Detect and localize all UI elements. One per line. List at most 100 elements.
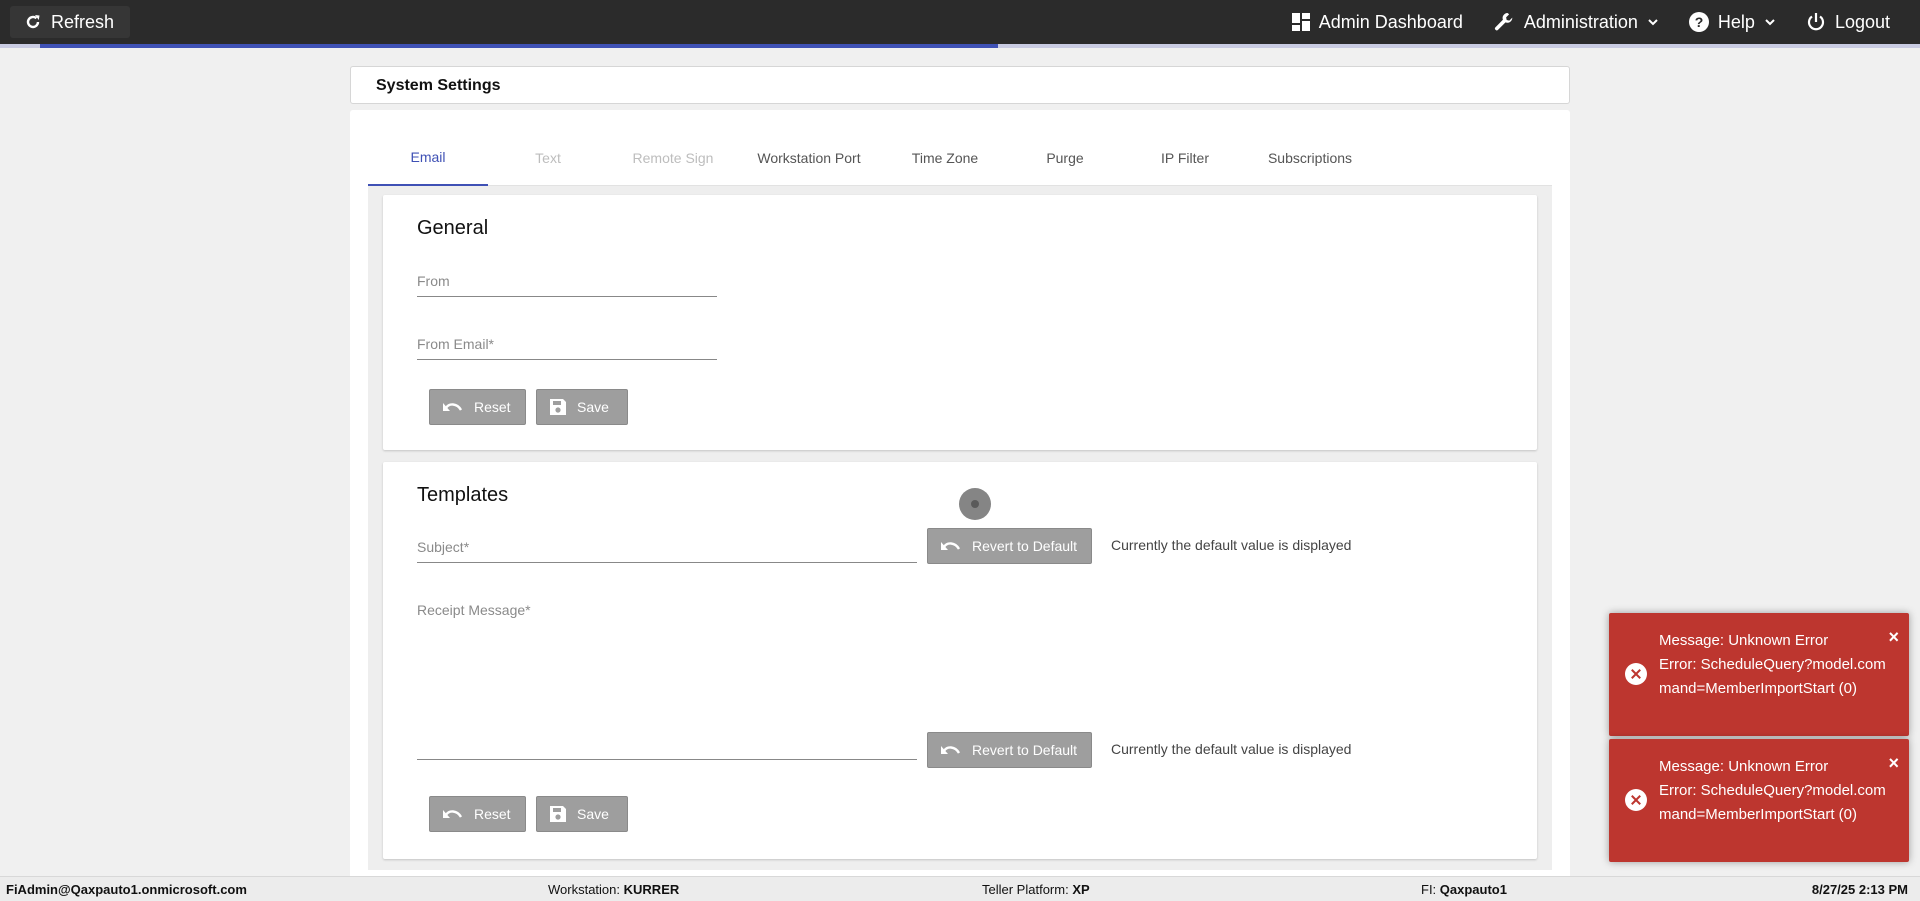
tab-subscriptions-label: Subscriptions	[1267, 150, 1353, 166]
administration-label: Administration	[1523, 11, 1638, 32]
toast-line-2: Error: ScheduleQuery?model.command=Membe…	[1659, 656, 1886, 697]
error-toast[interactable]: × Message: Unknown Error Error: Schedule…	[1609, 613, 1909, 736]
help-icon: ?	[1688, 12, 1709, 32]
from-label: From	[417, 273, 450, 289]
tab-time-zone[interactable]: Time Zone	[880, 130, 1010, 186]
receipt-default-note: Currently the default value is displayed	[1111, 741, 1352, 757]
admin-dashboard-link[interactable]: Admin Dashboard	[1291, 11, 1463, 33]
status-platform-label: Teller Platform:	[982, 882, 1069, 897]
subject-label: Subject*	[417, 539, 470, 555]
toast-message: Message: Unknown Error Error: ScheduleQu…	[1659, 755, 1891, 827]
status-datetime: 8/27/25 2:13 PM	[1812, 882, 1908, 897]
top-nav: Admin Dashboard Administration ? Help Lo…	[1291, 0, 1890, 44]
refresh-label: Refresh	[51, 11, 115, 32]
help-menu[interactable]: ? Help	[1688, 11, 1776, 33]
subject-revert-label: Revert to Default	[972, 538, 1078, 554]
tab-workstation-port-label: Workstation Port	[757, 150, 861, 166]
svg-text:?: ?	[1695, 14, 1704, 30]
status-platform: Teller Platform: XP	[982, 882, 1090, 897]
error-icon	[1625, 789, 1647, 811]
undo-icon	[443, 403, 463, 411]
tab-time-zone-label: Time Zone	[911, 150, 979, 166]
receipt-revert-label: Revert to Default	[972, 742, 1078, 758]
floppy-icon	[550, 399, 566, 415]
undo-icon	[443, 810, 463, 818]
top-bar: Refresh Admin Dashboard Administration ?…	[0, 0, 1920, 44]
chevron-down-icon	[1765, 19, 1775, 26]
status-fi: FI: Qaxpauto1	[1421, 882, 1507, 897]
status-fi-label: FI:	[1421, 882, 1437, 897]
power-icon	[1807, 13, 1825, 31]
tab-subscriptions[interactable]: Subscriptions	[1250, 130, 1370, 186]
tab-ip-filter[interactable]: IP Filter	[1120, 130, 1250, 186]
administration-menu[interactable]: Administration	[1493, 11, 1659, 33]
subject-revert-button[interactable]: Revert to Default	[927, 528, 1092, 564]
status-user: FiAdmin@Qaxpauto1.onmicrosoft.com	[6, 882, 247, 897]
tab-purge[interactable]: Purge	[1010, 130, 1120, 186]
receipt-message-label: Receipt Message*	[417, 602, 531, 618]
page-header: System Settings	[350, 66, 1570, 104]
tab-text-label: Text	[535, 150, 561, 166]
general-card: General From From Email* Reset Save	[383, 195, 1537, 450]
general-title: General	[417, 217, 489, 239]
status-fi-value: Qaxpauto1	[1439, 882, 1507, 897]
dashboard-icon	[1291, 13, 1310, 31]
undo-icon	[941, 746, 961, 754]
loading-spinner	[959, 488, 991, 520]
error-icon	[1625, 663, 1647, 685]
settings-panel: Email Text Remote Sign Workstation Port …	[350, 110, 1570, 880]
wrench-icon	[1494, 13, 1513, 31]
templates-save-button[interactable]: Save	[536, 796, 628, 832]
logout-label: Logout	[1834, 11, 1890, 32]
toast-line-1: Message: Unknown Error	[1659, 632, 1829, 649]
tab-content: General From From Email* Reset Save Temp…	[368, 186, 1552, 870]
receipt-revert-button[interactable]: Revert to Default	[927, 732, 1092, 768]
status-bar: FiAdmin@Qaxpauto1.onmicrosoft.com Workst…	[0, 876, 1920, 901]
general-save-label: Save	[577, 399, 609, 415]
tab-purge-label: Purge	[1046, 150, 1084, 166]
templates-card: Templates Subject* Revert to Default Cur…	[383, 462, 1537, 859]
page-title: System Settings	[376, 77, 501, 94]
tab-workstation-port[interactable]: Workstation Port	[738, 130, 880, 186]
tab-ip-filter-label: IP Filter	[1161, 150, 1209, 166]
general-save-button[interactable]: Save	[536, 389, 628, 425]
refresh-button[interactable]: Refresh	[10, 6, 131, 38]
general-reset-button[interactable]: Reset	[429, 389, 526, 425]
from-email-field[interactable]: From Email*	[417, 334, 717, 360]
loading-progress-fill	[40, 44, 998, 48]
templates-title: Templates	[417, 484, 509, 506]
refresh-icon	[26, 15, 40, 29]
tab-remote-sign: Remote Sign	[608, 130, 738, 186]
general-reset-label: Reset	[474, 399, 511, 415]
tab-email[interactable]: Email	[368, 130, 488, 186]
help-label: Help	[1717, 11, 1755, 32]
from-email-label: From Email*	[417, 336, 495, 352]
subject-default-note: Currently the default value is displayed	[1111, 537, 1352, 553]
toast-message: Message: Unknown Error Error: ScheduleQu…	[1659, 629, 1891, 701]
loading-progress-bar	[0, 44, 1920, 48]
error-toast[interactable]: × Message: Unknown Error Error: Schedule…	[1609, 739, 1909, 862]
receipt-message-field[interactable]: Receipt Message*	[417, 600, 917, 760]
tab-bar: Email Text Remote Sign Workstation Port …	[368, 130, 1552, 186]
tab-email-label: Email	[410, 149, 446, 165]
subject-field[interactable]: Subject*	[417, 537, 917, 563]
status-datetime-value: 8/27/25 2:13 PM	[1811, 882, 1908, 897]
templates-reset-button[interactable]: Reset	[429, 796, 526, 832]
tab-text: Text	[488, 130, 608, 186]
chevron-down-icon	[1648, 19, 1658, 26]
status-platform-value: XP	[1072, 882, 1090, 897]
from-field[interactable]: From	[417, 271, 717, 297]
status-user-value: FiAdmin@Qaxpauto1.onmicrosoft.com	[6, 882, 247, 897]
undo-icon	[941, 542, 961, 550]
admin-dashboard-label: Admin Dashboard	[1318, 11, 1463, 32]
floppy-icon	[550, 806, 566, 822]
status-workstation-label: Workstation:	[548, 882, 621, 897]
tab-remote-sign-label: Remote Sign	[632, 150, 714, 166]
templates-reset-label: Reset	[474, 806, 511, 822]
logout-link[interactable]: Logout	[1806, 12, 1890, 33]
status-workstation-value: KURRER	[623, 882, 680, 897]
toast-line-1: Message: Unknown Error	[1659, 758, 1829, 775]
toast-line-2: Error: ScheduleQuery?model.command=Membe…	[1659, 782, 1886, 823]
templates-save-label: Save	[577, 806, 609, 822]
status-workstation: Workstation: KURRER	[548, 882, 679, 897]
